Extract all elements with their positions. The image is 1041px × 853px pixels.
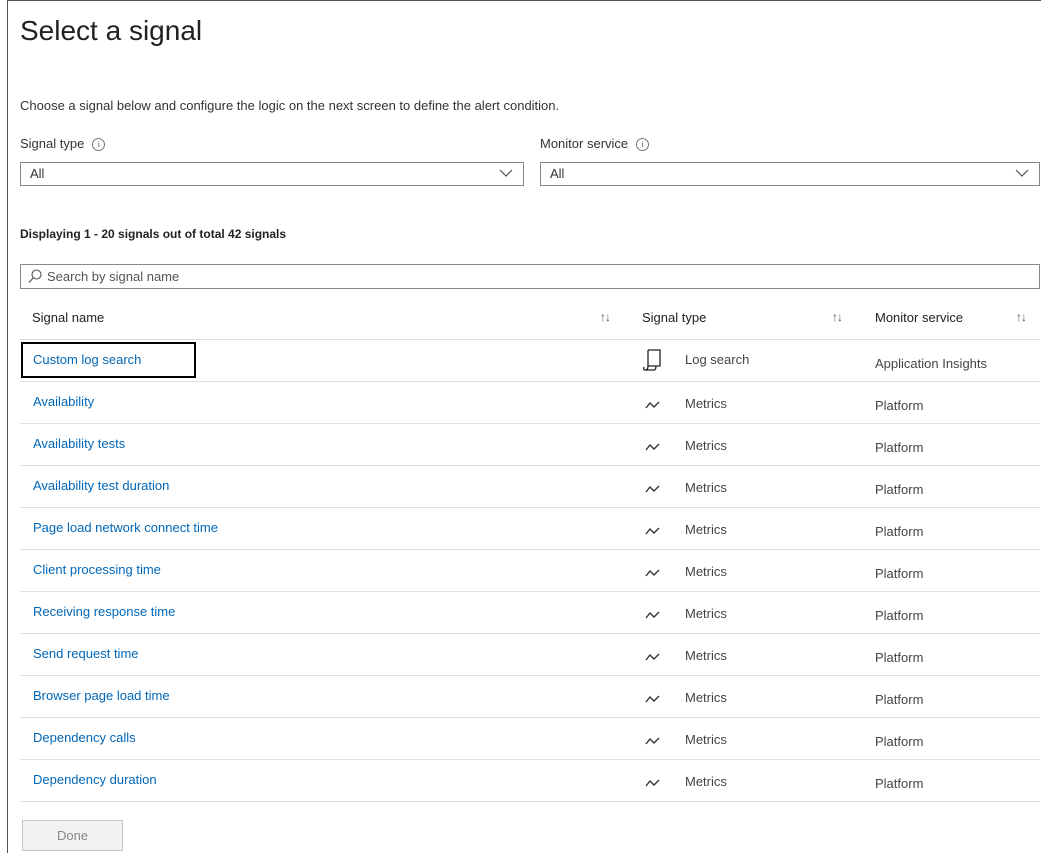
signal-type-cell: Metrics (685, 396, 727, 411)
table-body: Custom log search Log search Application I… (20, 340, 1040, 802)
signal-type-dropdown[interactable]: All (20, 162, 524, 186)
monitor-service-cell: Application Insights (875, 356, 988, 371)
monitor-service-dropdown[interactable]: All (540, 162, 1040, 186)
select-signal-panel: Select a signal Choose a signal below an… (7, 0, 1041, 853)
monitor-service-cell: Platform (875, 776, 924, 791)
page-description: Choose a signal below and configure the … (20, 98, 560, 113)
monitor-service-cell: Platform (875, 440, 924, 455)
signal-type-value: All (30, 166, 45, 181)
signal-type-cell: Metrics (685, 648, 727, 663)
table-row[interactable]: Dependency calls Metrics Platform (20, 718, 1040, 760)
monitor-service-cell: Platform (875, 734, 924, 749)
search-icon (28, 269, 42, 283)
table-row[interactable]: Dependency duration Metrics Platform (20, 760, 1040, 802)
sort-icon[interactable]: ↑↓ (1016, 310, 1027, 324)
info-icon[interactable]: i (92, 138, 106, 151)
page-title: Select a signal (20, 15, 203, 46)
column-header-signal-name[interactable]: Signal name (32, 310, 104, 325)
table-row[interactable]: Receiving response time Metrics Platform (20, 592, 1040, 634)
signal-type-cell: Metrics (685, 732, 727, 747)
signal-name-link[interactable]: Browser page load time (33, 688, 170, 703)
signal-name-link[interactable]: Receiving response time (33, 604, 175, 619)
signal-type-cell: Metrics (685, 606, 727, 621)
signals-table: Signal name ↑↓ Signal type ↑↓ Monitor se… (20, 297, 1040, 802)
signal-count-text: Displaying 1 - 20 signals out of total 4… (20, 227, 287, 241)
signal-type-cell: Metrics (685, 774, 727, 789)
column-header-monitor-service[interactable]: Monitor service (875, 310, 963, 325)
info-icon[interactable]: i (636, 138, 650, 151)
metrics-icon (645, 692, 661, 707)
signal-name-link[interactable]: Availability (33, 394, 94, 409)
signal-name-link[interactable]: Dependency duration (33, 772, 157, 787)
monitor-service-cell: Platform (875, 692, 924, 707)
signal-name-link[interactable]: Page load network connect time (33, 520, 218, 535)
metrics-icon (645, 482, 661, 497)
log-search-icon (643, 349, 663, 374)
monitor-service-cell: Platform (875, 524, 924, 539)
signal-type-cell: Metrics (685, 480, 727, 495)
metrics-icon (645, 440, 661, 455)
monitor-service-cell: Platform (875, 566, 924, 581)
table-row[interactable]: Availability test duration Metrics Platfor… (20, 466, 1040, 508)
monitor-service-cell: Platform (875, 482, 924, 497)
table-row[interactable]: Availability tests Metrics Platform (20, 424, 1040, 466)
signal-type-cell: Metrics (685, 690, 727, 705)
table-row[interactable]: Client processing time Metrics Platform (20, 550, 1040, 592)
metrics-icon (645, 566, 661, 581)
monitor-service-value: All (550, 166, 565, 181)
monitor-service-cell: Platform (875, 398, 924, 413)
signal-name-link[interactable]: Custom log search (33, 352, 141, 367)
monitor-service-label-text: Monitor service (540, 136, 629, 151)
chevron-down-icon (1015, 169, 1029, 177)
monitor-service-label: Monitor service i (540, 136, 650, 151)
signal-type-label: Signal type i (20, 136, 106, 151)
signal-name-link[interactable]: Client processing time (33, 562, 161, 577)
column-header-signal-type[interactable]: Signal type (642, 310, 706, 325)
signal-type-cell: Metrics (685, 438, 727, 453)
signal-name-link[interactable]: Send request time (33, 646, 139, 661)
table-row[interactable]: Custom log search Log search Application I… (20, 340, 1040, 382)
table-header: Signal name ↑↓ Signal type ↑↓ Monitor se… (20, 297, 1040, 340)
metrics-icon (645, 650, 661, 665)
signal-name-link[interactable]: Availability test duration (33, 478, 169, 493)
signal-type-label-text: Signal type (20, 136, 85, 151)
signal-name-link[interactable]: Availability tests (33, 436, 125, 451)
monitor-service-cell: Platform (875, 608, 924, 623)
signal-type-cell: Log search (685, 352, 750, 367)
search-placeholder: Search by signal name (47, 269, 180, 284)
sort-icon[interactable]: ↑↓ (600, 310, 611, 324)
table-row[interactable]: Page load network connect time Metrics Pla… (20, 508, 1040, 550)
done-button[interactable]: Done (22, 820, 123, 851)
signal-type-cell: Metrics (685, 522, 727, 537)
table-row[interactable]: Browser page load time Metrics Platform (20, 676, 1040, 718)
metrics-icon (645, 734, 661, 749)
table-row[interactable]: Availability Metrics Platform (20, 382, 1040, 424)
metrics-icon (645, 608, 661, 623)
signal-name-link[interactable]: Dependency calls (33, 730, 136, 745)
metrics-icon (645, 524, 661, 539)
monitor-service-cell: Platform (875, 650, 924, 665)
chevron-down-icon (499, 169, 513, 177)
metrics-icon (645, 398, 661, 413)
metrics-icon (645, 776, 661, 791)
table-row[interactable]: Send request time Metrics Platform (20, 634, 1040, 676)
sort-icon[interactable]: ↑↓ (832, 310, 843, 324)
search-input[interactable]: Search by signal name (20, 264, 1040, 289)
signal-type-cell: Metrics (685, 564, 727, 579)
